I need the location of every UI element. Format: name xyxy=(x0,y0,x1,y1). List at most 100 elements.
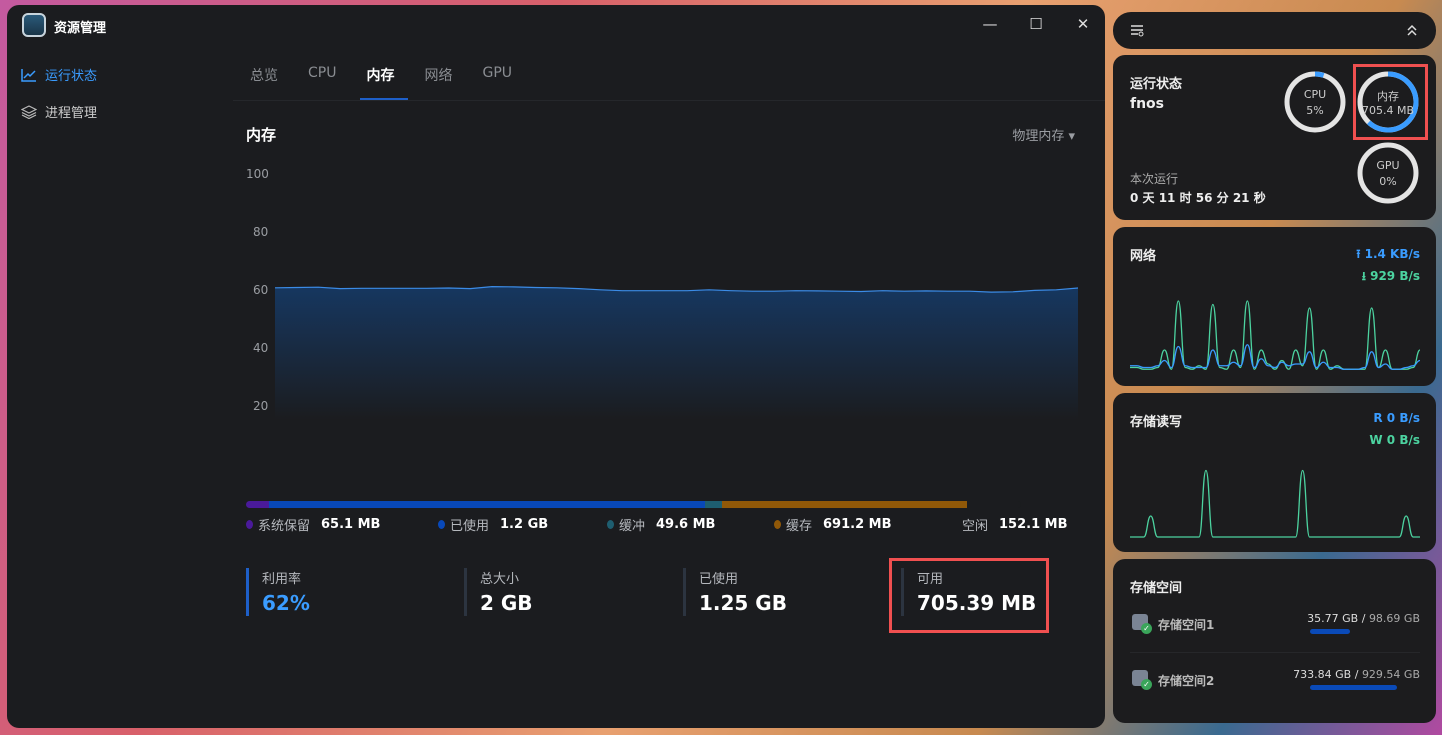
card-title: 存储空间 xyxy=(1130,581,1183,596)
highlight-box xyxy=(889,558,1049,633)
section-title: 内存 xyxy=(246,126,277,144)
maximize-button[interactable]: ☐ xyxy=(1023,15,1049,37)
write-line xyxy=(1130,469,1420,538)
storage-usage-bar xyxy=(1310,629,1350,634)
ring-cpu: CPU 5% xyxy=(1283,70,1347,134)
close-button[interactable]: ✕ xyxy=(1070,15,1096,37)
card-title: 存储读写 xyxy=(1130,415,1183,430)
storage-usage-bar xyxy=(1310,685,1397,690)
ring-label: GPU xyxy=(1376,159,1400,172)
legend-dot xyxy=(774,520,781,529)
network-sparkline xyxy=(1130,300,1420,370)
hostname: fnos xyxy=(1130,96,1165,112)
download-speed: ⭳ 929 B/s xyxy=(1362,267,1420,288)
tab-network[interactable]: 网络 xyxy=(421,65,465,100)
legend-dot xyxy=(607,520,614,529)
tab-divider xyxy=(233,100,1105,101)
tab-overview[interactable]: 总览 xyxy=(247,65,291,100)
ring-value: 5% xyxy=(1306,104,1324,117)
storage-item[interactable]: ✓ 存储空间2 733.84 GB / 929.54 GB xyxy=(1130,668,1420,700)
legend-value: 152.1 MB xyxy=(999,517,1068,532)
widget-toolbar xyxy=(1113,12,1436,49)
window-title: 资源管理 xyxy=(54,21,107,36)
download-icon: ⭳ xyxy=(1361,269,1366,283)
storage-name: 存储空间2 xyxy=(1158,674,1215,688)
network-card: 网络 ⭱ 1.4 KB/s ⭳ 929 B/s xyxy=(1113,227,1436,386)
ring-gpu: GPU 0% xyxy=(1356,141,1420,205)
divider xyxy=(1130,652,1420,653)
tab-gpu[interactable]: GPU xyxy=(479,65,525,100)
y-tick: 40 xyxy=(253,341,269,355)
storage-used: 35.77 GB xyxy=(1307,612,1359,625)
check-icon: ✓ xyxy=(1141,623,1152,634)
legend-label: 系统保留 xyxy=(258,519,311,534)
ring-gauge xyxy=(1284,71,1346,133)
y-tick: 80 xyxy=(253,225,269,239)
legend-item: 缓存 691.2 MB xyxy=(774,515,892,534)
legend-value: 691.2 MB xyxy=(823,517,892,532)
breakdown-segment xyxy=(704,501,723,508)
card-title: 运行状态 xyxy=(1130,77,1183,92)
legend-item: 空闲 152.1 MB xyxy=(962,515,1068,534)
collapse-icon[interactable] xyxy=(1406,24,1418,37)
memory-breakdown-bar xyxy=(246,501,1021,508)
legend-item: 系统保留 65.1 MB xyxy=(246,515,380,534)
sidebar-item-processes[interactable]: 进程管理 xyxy=(21,102,97,121)
read-speed: R 0 B/s xyxy=(1373,411,1420,425)
uptime-value: 0 天 11 时 56 分 21 秒 xyxy=(1130,191,1266,205)
storage-total: 98.69 GB xyxy=(1368,612,1420,625)
storage-used: 733.84 GB xyxy=(1293,668,1352,681)
minimize-button[interactable]: — xyxy=(977,15,1003,37)
layers-icon xyxy=(21,104,37,119)
download-value: 929 B/s xyxy=(1370,269,1420,283)
y-tick: 60 xyxy=(253,283,269,297)
legend-label: 缓冲 xyxy=(619,519,646,534)
ring-gauge xyxy=(1357,142,1419,204)
stat-label: 总大小 xyxy=(480,572,520,587)
legend-value: 49.6 MB xyxy=(656,517,716,532)
upload-value: 1.4 KB/s xyxy=(1364,247,1420,261)
memory-usage-chart xyxy=(275,285,1078,420)
resource-manager-window: 资源管理 — ☐ ✕ 运行状态 进程管理 总览 CPU 内存 网络 GPU 内存… xyxy=(7,5,1105,728)
tab-memory[interactable]: 内存 xyxy=(360,65,409,100)
stat-utilization: 利用率 62% xyxy=(246,568,310,616)
storage-item[interactable]: ✓ 存储空间1 35.77 GB / 98.69 GB xyxy=(1130,612,1420,644)
storage-total: 929.54 GB xyxy=(1361,668,1420,681)
sidebar-item-label: 进程管理 xyxy=(45,106,98,121)
check-icon: ✓ xyxy=(1141,679,1152,690)
sidebar-item-status[interactable]: 运行状态 xyxy=(21,65,97,84)
storage-name: 存储空间1 xyxy=(1158,618,1215,632)
breakdown-segment xyxy=(967,501,1021,508)
download-line xyxy=(1130,300,1420,370)
sidebar-item-label: 运行状态 xyxy=(45,69,98,84)
y-tick: 20 xyxy=(253,399,269,413)
memory-type-dropdown[interactable]: 物理内存 ▾ xyxy=(1012,125,1075,144)
legend-dot xyxy=(438,520,445,529)
legend-dot xyxy=(246,520,253,529)
status-card: 运行状态 fnos 本次运行 0 天 11 时 56 分 21 秒 CPU 5% … xyxy=(1113,55,1436,220)
dropdown-value: 物理内存 xyxy=(1012,129,1065,144)
storage-volume-icon: ✓ xyxy=(1132,670,1152,690)
ring-value: 0% xyxy=(1379,175,1397,188)
stat-used: 已使用 1.25 GB xyxy=(683,568,787,616)
stat-value: 1.25 GB xyxy=(699,591,787,615)
breakdown-segment xyxy=(269,501,705,508)
stat-label: 已使用 xyxy=(699,572,739,587)
breakdown-segment xyxy=(246,501,270,508)
caret-down-icon: ▾ xyxy=(1068,129,1075,144)
line-chart-icon xyxy=(21,68,36,82)
storage-volume-icon: ✓ xyxy=(1132,614,1152,634)
storage-usage: 733.84 GB / 929.54 GB xyxy=(1293,668,1420,681)
widget-settings-icon[interactable] xyxy=(1130,24,1144,37)
highlight-box xyxy=(1353,64,1428,140)
stat-total: 总大小 2 GB xyxy=(464,568,533,616)
legend-label: 缓存 xyxy=(786,519,813,534)
write-speed: W 0 B/s xyxy=(1369,433,1420,447)
stat-label: 利用率 xyxy=(262,572,302,587)
ring-label: CPU xyxy=(1303,88,1327,101)
breakdown-segment xyxy=(722,501,968,508)
disk-io-sparkline xyxy=(1130,469,1420,538)
tab-cpu[interactable]: CPU xyxy=(305,65,349,100)
storage-usage: 35.77 GB / 98.69 GB xyxy=(1307,612,1420,625)
tab-bar: 总览 CPU 内存 网络 GPU xyxy=(247,65,539,100)
